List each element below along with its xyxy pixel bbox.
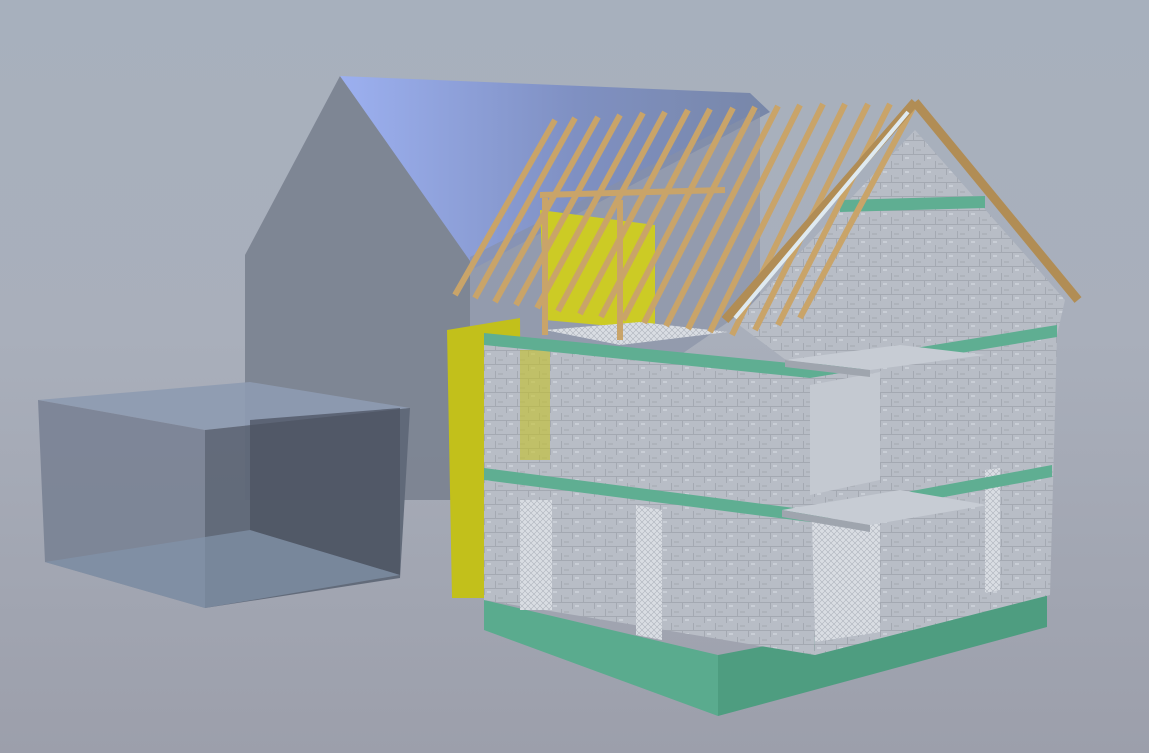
ghost-garage[interactable] — [38, 382, 410, 608]
opening-front-upper-left — [520, 350, 550, 460]
opening-front-door — [636, 505, 662, 640]
opening-front-lower-left — [520, 500, 552, 610]
opening-side-upper — [810, 372, 880, 495]
building-scene — [38, 76, 1082, 716]
3d-viewport[interactable] — [0, 0, 1149, 753]
